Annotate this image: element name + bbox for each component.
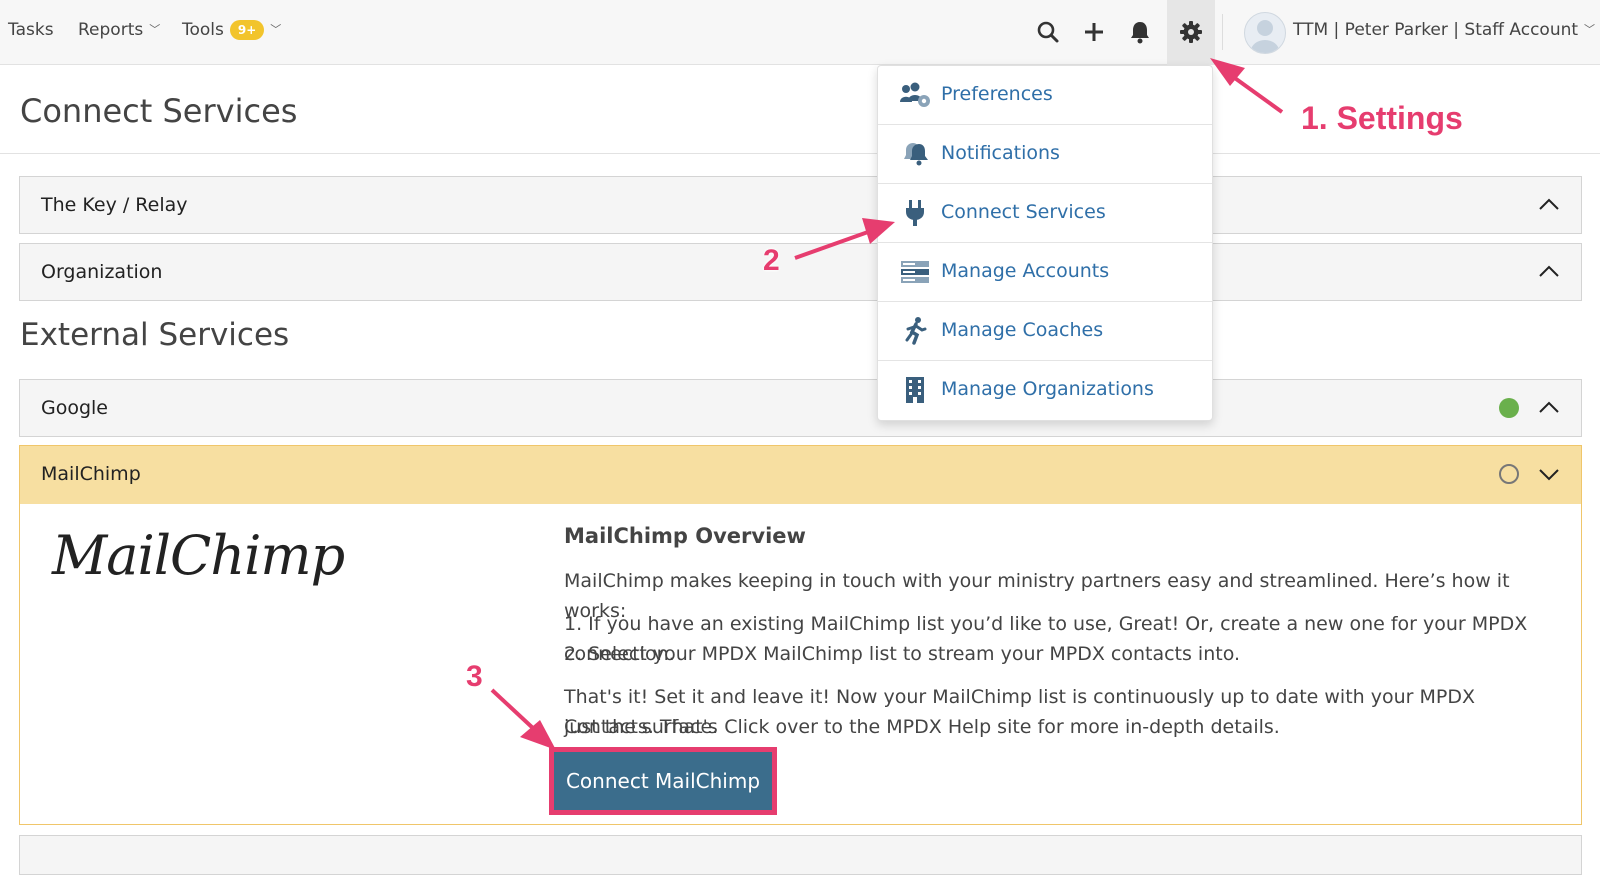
annotation-settings-label: 1. Settings	[1301, 100, 1463, 136]
annotation-step-2: 2	[763, 244, 780, 277]
annotation-step-3: 3	[466, 660, 483, 693]
